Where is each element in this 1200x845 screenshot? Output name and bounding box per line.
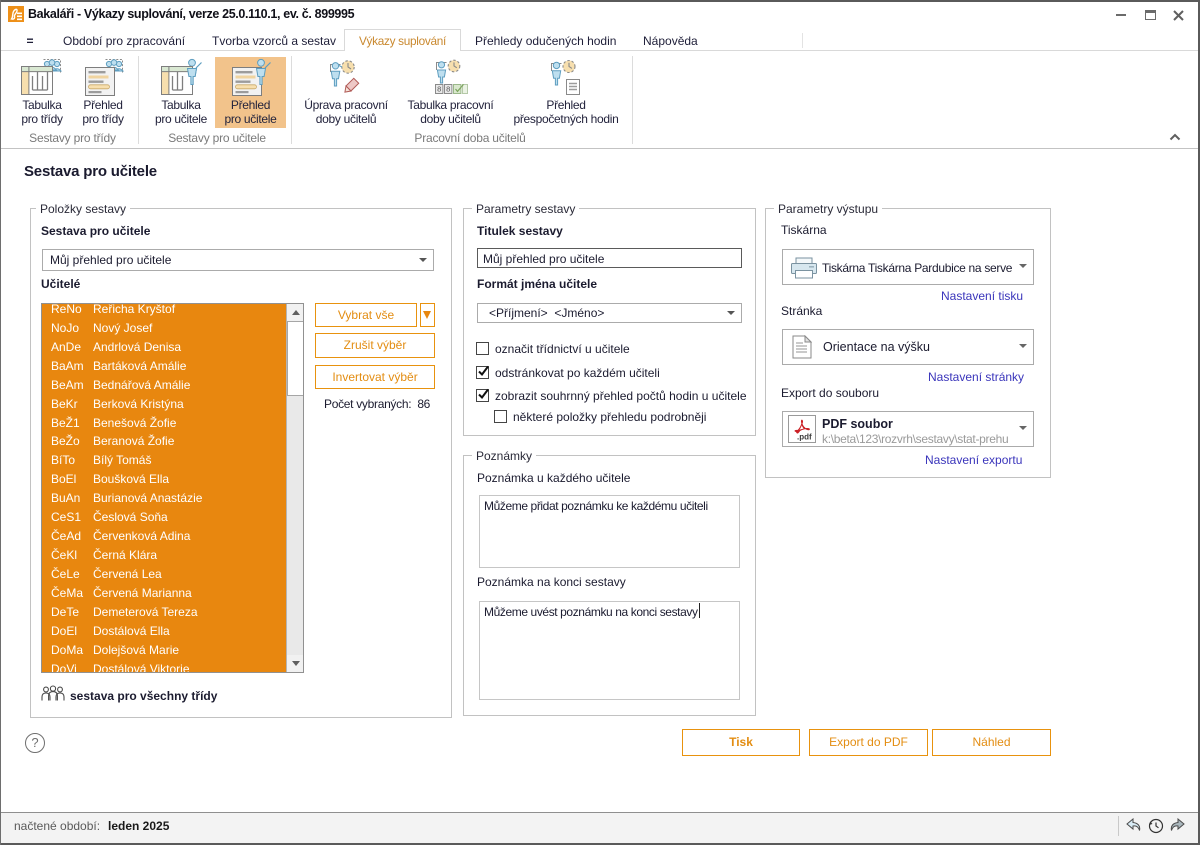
svg-text:.pdf: .pdf [797,433,812,442]
svg-text:8: 8 [437,85,441,94]
svg-text:8: 8 [446,85,450,94]
